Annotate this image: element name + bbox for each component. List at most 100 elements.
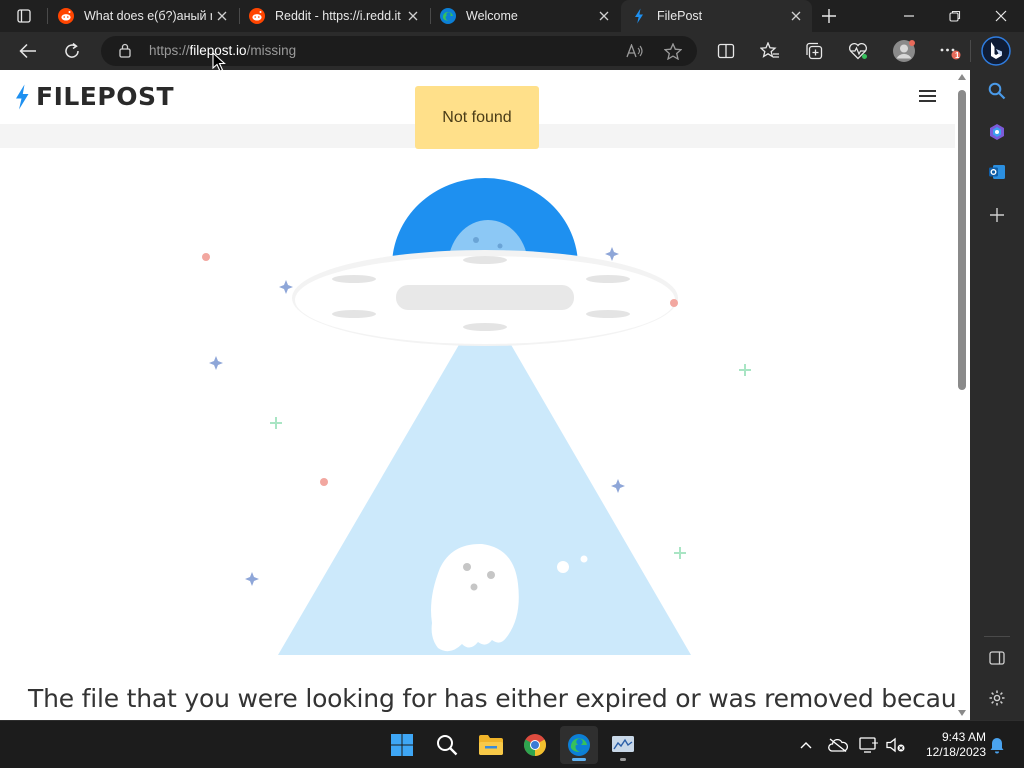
toolbar-divider: [970, 40, 971, 62]
show-hidden-icons-button[interactable]: [794, 733, 818, 757]
monitor-app-icon: [612, 736, 634, 752]
volume-tray-button[interactable]: [884, 733, 908, 757]
blue-star: [605, 247, 619, 261]
tab-0[interactable]: What does e(б?)аный m: [48, 0, 238, 32]
tab-strip: What does e(б?)аный m Reddit - https://i…: [0, 0, 1024, 32]
back-button[interactable]: [13, 36, 43, 66]
taskbar-file-explorer[interactable]: [472, 726, 510, 764]
tab-3-active[interactable]: FilePost: [621, 0, 812, 32]
sidebar-copilot-button[interactable]: [983, 118, 1011, 146]
taskbar-monitor-app[interactable]: [604, 726, 642, 764]
tab-3-close-button[interactable]: [786, 6, 806, 26]
green-plus: [270, 417, 282, 429]
taskbar-search-button[interactable]: [428, 726, 466, 764]
sidebar-search-button[interactable]: [983, 77, 1011, 105]
site-logo[interactable]: FILEPOST: [14, 82, 174, 111]
tab-1[interactable]: Reddit - https://i.redd.it: [239, 0, 429, 32]
clock-time: 9:43 AM: [941, 730, 986, 744]
heart-pulse-icon: [848, 42, 868, 60]
page-scrollbar[interactable]: [955, 70, 970, 720]
hide-sidebar-button[interactable]: [983, 644, 1011, 672]
refresh-icon: [65, 42, 79, 58]
blue-star: [209, 356, 223, 370]
scroll-up-icon[interactable]: [958, 74, 966, 80]
browser-essentials-button[interactable]: [843, 36, 873, 66]
close-window-button[interactable]: [978, 0, 1024, 32]
hamburger-icon: [919, 90, 936, 92]
start-button[interactable]: [383, 726, 421, 764]
file-explorer-icon: [479, 735, 503, 755]
bing-icon: [981, 36, 1011, 66]
windows-start-icon: [391, 734, 413, 756]
tab-2[interactable]: Welcome: [430, 0, 620, 32]
settings-more-button[interactable]: 1: [935, 36, 965, 66]
notifications-button[interactable]: [985, 733, 1009, 757]
red-dot: [670, 299, 678, 307]
close-icon: [995, 10, 1007, 22]
screen: What does e(б?)аный m Reddit - https://i…: [0, 0, 1024, 768]
collections-icon: [806, 42, 823, 60]
tab-2-close-button[interactable]: [594, 6, 614, 26]
tab-2-title: Welcome: [466, 9, 518, 23]
collections-button[interactable]: [799, 36, 829, 66]
search-icon: [437, 735, 458, 756]
blue-star: [611, 479, 625, 493]
star-icon: [664, 42, 682, 60]
favorites-icon: [760, 42, 779, 58]
minimize-button[interactable]: [886, 0, 932, 32]
read-aloud-button[interactable]: [623, 39, 647, 63]
windows-taskbar: 9:43 AM 12/18/2023: [0, 720, 1024, 768]
tab-actions-icon: [17, 9, 31, 23]
bell-icon: [990, 738, 1004, 754]
error-message: The file that you were looking for has e…: [28, 684, 955, 713]
green-plus: [674, 547, 686, 559]
chevron-up-icon: [800, 742, 812, 749]
favorites-button[interactable]: [755, 36, 785, 66]
split-screen-button[interactable]: [711, 36, 741, 66]
not-found-toast: Not found: [415, 86, 539, 149]
new-tab-button[interactable]: [814, 0, 844, 32]
onedrive-tray-button[interactable]: [826, 733, 850, 757]
system-clock[interactable]: 9:43 AM 12/18/2023: [914, 730, 986, 760]
copilot-button[interactable]: [981, 36, 1011, 66]
tab-actions-button[interactable]: [0, 0, 48, 32]
menu-button[interactable]: [916, 88, 940, 106]
edge-icon: [440, 8, 456, 24]
logo-text: FILEPOST: [36, 82, 175, 111]
web-page: FILEPOST Not found The file that you wer…: [0, 70, 955, 720]
back-arrow-icon: [19, 43, 36, 59]
display-tray-button[interactable]: [857, 733, 881, 757]
plus-icon: [822, 9, 836, 23]
favorite-button[interactable]: [661, 39, 685, 63]
tab-3-title: FilePost: [657, 9, 703, 23]
edge-icon: [568, 734, 590, 756]
url-path: /missing: [246, 43, 297, 58]
scroll-down-icon[interactable]: [958, 710, 966, 716]
avatar-icon: [893, 40, 915, 62]
url-scheme: https://: [149, 43, 190, 58]
notification-badge: 1: [955, 51, 960, 60]
sidebar-settings-button[interactable]: [983, 684, 1011, 712]
blue-star: [245, 572, 259, 586]
close-icon: [408, 11, 418, 21]
scroll-thumb[interactable]: [958, 90, 966, 390]
sidebar-outlook-button[interactable]: [983, 158, 1011, 186]
tab-0-close-button[interactable]: [212, 6, 232, 26]
plus-icon: [990, 208, 1004, 222]
sidebar-add-button[interactable]: [983, 201, 1011, 229]
refresh-button[interactable]: [57, 36, 87, 66]
clock-date: 12/18/2023: [925, 745, 986, 759]
blue-star: [279, 280, 293, 294]
edge-sidebar: [970, 70, 1024, 720]
lock-icon[interactable]: [119, 43, 131, 58]
tab-1-close-button[interactable]: [403, 6, 423, 26]
taskbar-edge[interactable]: [560, 726, 598, 764]
profile-button[interactable]: [889, 36, 919, 66]
taskbar-chrome[interactable]: [516, 726, 554, 764]
mouse-cursor-icon: [212, 52, 226, 72]
chrome-icon: [524, 734, 546, 756]
filepost-icon: [635, 8, 643, 24]
restore-button[interactable]: [932, 0, 978, 32]
address-bar[interactable]: https://filepost.io/missing: [101, 36, 697, 66]
read-aloud-icon: [626, 44, 643, 58]
